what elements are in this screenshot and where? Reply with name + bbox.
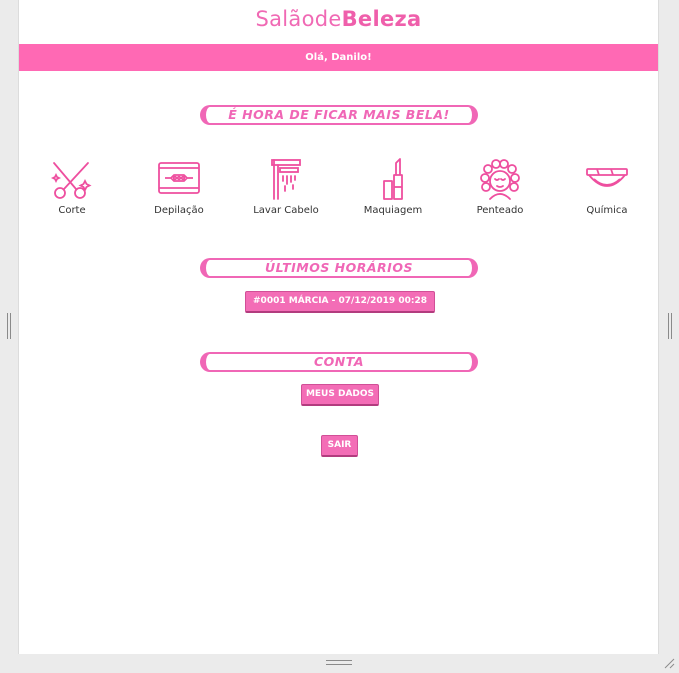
service-penteado[interactable]: Penteado — [460, 157, 540, 216]
service-maquiagem[interactable]: Maquiagem — [353, 157, 433, 216]
my-data-button[interactable]: MEUS DADOS — [301, 384, 379, 406]
bowl-icon — [586, 168, 628, 187]
services-row: Corte Depilação Lavar Cabelo Maquiagem P… — [19, 157, 658, 227]
service-label: Depilação — [154, 205, 204, 216]
appointment-button[interactable]: #0001 MÁRCIA - 07/12/2019 00:28 — [245, 291, 435, 313]
brand-part1: Salãode — [255, 7, 342, 31]
section-heading-recent: ÚLTIMOS HORÁRIOS — [200, 258, 478, 278]
service-label: Corte — [58, 205, 86, 216]
service-lavar-cabelo[interactable]: Lavar Cabelo — [246, 157, 326, 216]
service-label: Química — [586, 205, 628, 216]
section-heading-account: CONTA — [200, 352, 478, 372]
brand-part2: Beleza — [341, 7, 422, 31]
razor-blade-icon — [158, 162, 200, 194]
bottom-resize-handle[interactable] — [326, 660, 352, 665]
scissors-icon — [50, 162, 92, 199]
service-label: Lavar Cabelo — [253, 205, 319, 216]
right-resize-handle[interactable] — [668, 313, 672, 339]
section-heading-hero: É HORA DE FICAR MAIS BELA! — [200, 105, 478, 125]
brand-logo[interactable]: SalãodeBeleza — [19, 7, 658, 31]
greeting-bar: Olá, Danilo! — [19, 44, 658, 71]
shower-icon — [271, 159, 301, 200]
service-corte[interactable]: Corte — [32, 157, 112, 216]
hair-curlers-icon — [480, 159, 520, 200]
resize-corner-icon[interactable] — [663, 657, 675, 669]
app-frame: SalãodeBeleza Olá, Danilo! É HORA DE FIC… — [18, 0, 659, 654]
service-label: Maquiagem — [363, 205, 423, 216]
left-resize-handle[interactable] — [7, 313, 11, 339]
lipstick-icon — [383, 158, 403, 200]
service-quimica[interactable]: Química — [567, 157, 647, 216]
logout-button[interactable]: SAIR — [321, 435, 358, 457]
service-depilacao[interactable]: Depilação — [139, 157, 219, 216]
service-label: Penteado — [476, 205, 524, 216]
